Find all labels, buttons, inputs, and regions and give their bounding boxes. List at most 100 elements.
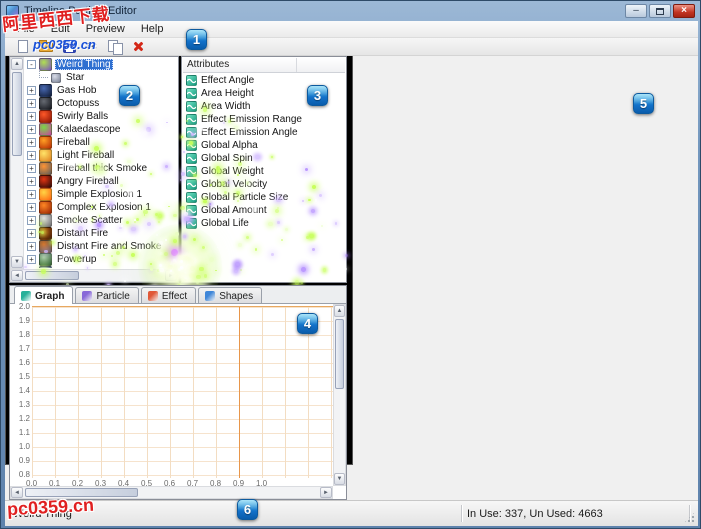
- cut-button[interactable]: ✂: [82, 39, 102, 55]
- attribute-row[interactable]: Global Velocity: [183, 178, 345, 191]
- expand-icon[interactable]: +: [27, 190, 36, 199]
- callout-badge-3: 3: [307, 85, 328, 106]
- callout-badge-4: 4: [297, 313, 318, 334]
- expand-icon[interactable]: +: [27, 164, 36, 173]
- expand-icon[interactable]: +: [27, 216, 36, 225]
- tree-item[interactable]: +Complex Explosion 1: [25, 201, 177, 214]
- menu-item-file[interactable]: File: [9, 22, 43, 36]
- scrollbar-thumb[interactable]: [25, 271, 79, 280]
- expand-icon[interactable]: +: [27, 125, 36, 134]
- tree-item[interactable]: +Fireball: [25, 136, 177, 149]
- tree-item[interactable]: +Gas Hob: [25, 84, 177, 97]
- graph-attribute-icon: [186, 101, 197, 112]
- effect-icon: [39, 188, 52, 201]
- tab-label: Shapes: [219, 291, 253, 302]
- particle: [268, 222, 273, 227]
- particle: [271, 253, 274, 256]
- particle: [126, 149, 131, 154]
- particle: [158, 221, 160, 223]
- scrollbar-track[interactable]: [334, 317, 345, 473]
- scroll-down-icon[interactable]: ▼: [11, 256, 23, 268]
- y-tick-label: 1.3: [19, 400, 30, 409]
- app-window: Timeline Particle Editor – × FileEditPre…: [0, 0, 701, 529]
- expand-icon[interactable]: +: [27, 99, 36, 108]
- close-button[interactable]: ×: [673, 4, 695, 18]
- attribute-row[interactable]: Effect Emission Range: [183, 113, 345, 126]
- scroll-up-icon[interactable]: ▲: [334, 305, 345, 317]
- minimize-button[interactable]: –: [625, 4, 647, 18]
- scroll-left-icon[interactable]: ◄: [11, 270, 23, 281]
- expand-icon[interactable]: +: [27, 255, 36, 264]
- tree-child-item[interactable]: Star: [25, 71, 177, 84]
- copy-button[interactable]: [105, 39, 125, 55]
- attribute-row[interactable]: Global Spin: [183, 152, 345, 165]
- expand-icon[interactable]: +: [27, 112, 36, 121]
- graph-attribute-icon: [186, 179, 197, 190]
- maximize-button[interactable]: [649, 4, 671, 18]
- menu-item-preview[interactable]: Preview: [78, 22, 133, 36]
- client-area: FileEditPreviewHelp ✂ ▲▼ -Weird ThingSta…: [5, 21, 698, 526]
- tree-vertical-scrollbar[interactable]: ▲▼: [10, 57, 24, 269]
- menu-item-edit[interactable]: Edit: [43, 22, 78, 36]
- tree-item[interactable]: +Smoke Scatter: [25, 214, 177, 227]
- tree-item[interactable]: +Kalaedascope: [25, 123, 177, 136]
- open-button[interactable]: [36, 39, 56, 55]
- tree-item[interactable]: +Light Fireball: [25, 149, 177, 162]
- attribute-label: Global Particle Size: [201, 192, 288, 203]
- scrollbar-thumb[interactable]: [25, 488, 138, 497]
- scrollbar-thumb[interactable]: [335, 319, 344, 389]
- particle: [156, 234, 158, 236]
- graph-horizontal-scrollbar[interactable]: ◄►: [10, 486, 333, 499]
- tree-item[interactable]: +Angry Fireball: [25, 175, 177, 188]
- expand-icon[interactable]: +: [27, 242, 36, 251]
- scrollbar-track[interactable]: [23, 487, 320, 498]
- tree-item-label: Swirly Balls: [55, 111, 110, 122]
- menu-bar: FileEditPreviewHelp: [5, 21, 698, 38]
- particle: [166, 122, 168, 124]
- graph-vertical-scrollbar[interactable]: ▲▼: [333, 304, 346, 486]
- scroll-left-icon[interactable]: ◄: [11, 487, 23, 498]
- y-tick-label: 1.5: [19, 372, 30, 381]
- graph-plot-area[interactable]: [32, 306, 336, 478]
- save-button[interactable]: [59, 39, 79, 55]
- particle: [281, 239, 283, 241]
- particle: [183, 151, 185, 153]
- scroll-up-icon[interactable]: ▲: [11, 58, 23, 70]
- attribute-row[interactable]: Global Life: [183, 217, 345, 230]
- expand-icon[interactable]: +: [27, 138, 36, 147]
- scroll-down-icon[interactable]: ▼: [334, 473, 345, 485]
- menu-item-help[interactable]: Help: [133, 22, 172, 36]
- particle: [131, 227, 135, 231]
- attribute-row[interactable]: Global Weight: [183, 165, 345, 178]
- particle: [116, 251, 120, 255]
- expand-icon[interactable]: +: [27, 229, 36, 238]
- particle: [311, 209, 315, 213]
- delete-button[interactable]: [128, 39, 148, 55]
- attribute-row[interactable]: Effect Emission Angle: [183, 126, 345, 139]
- expand-icon[interactable]: +: [27, 177, 36, 186]
- attribute-label: Global Weight: [201, 166, 264, 177]
- scrollbar-thumb[interactable]: [12, 72, 22, 156]
- particle: [78, 226, 83, 231]
- attribute-row[interactable]: Global Particle Size: [183, 191, 345, 204]
- tab-effect[interactable]: Effect: [141, 287, 196, 303]
- effect-icon: [39, 201, 52, 214]
- attribute-row[interactable]: Global Alpha: [183, 139, 345, 152]
- scrollbar-track[interactable]: [11, 70, 23, 256]
- tab-particle[interactable]: Particle: [75, 287, 138, 303]
- tree-item[interactable]: +Simple Explosion 1: [25, 188, 177, 201]
- tab-shapes[interactable]: Shapes: [198, 287, 262, 303]
- attribute-row[interactable]: Global Amount: [183, 204, 345, 217]
- expand-icon[interactable]: +: [27, 203, 36, 212]
- tree-item[interactable]: + Swirly Balls: [25, 110, 177, 123]
- expand-icon[interactable]: +: [27, 86, 36, 95]
- particle: [309, 234, 313, 238]
- y-tick-label: 1.7: [19, 344, 30, 353]
- new-button[interactable]: [13, 39, 33, 55]
- scroll-right-icon[interactable]: ►: [320, 487, 332, 498]
- particle: [146, 127, 151, 132]
- title-bar[interactable]: Timeline Particle Editor – ×: [1, 1, 700, 21]
- collapse-icon[interactable]: -: [27, 60, 36, 69]
- expand-icon[interactable]: +: [27, 151, 36, 160]
- tree-item[interactable]: +Octopuss: [25, 97, 177, 110]
